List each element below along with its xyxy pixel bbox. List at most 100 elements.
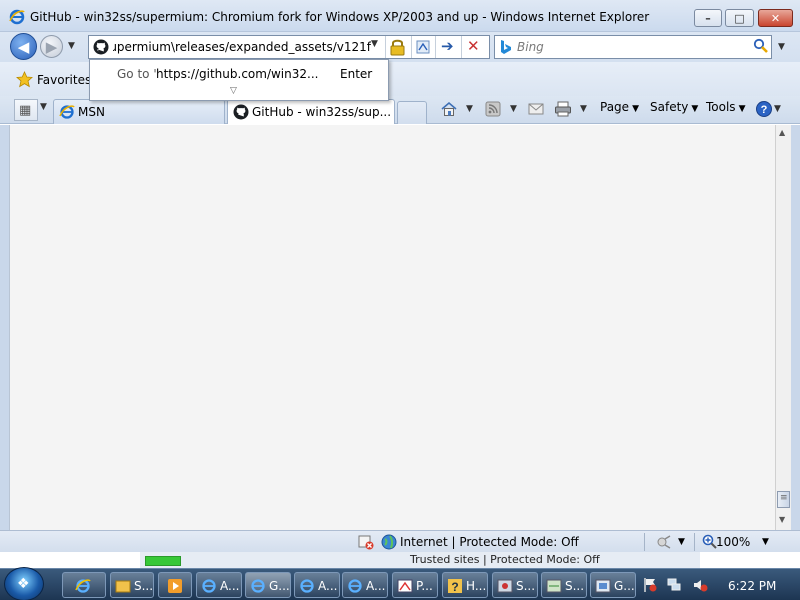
autocomplete-enter-hint: Enter <box>340 67 373 81</box>
network-icon[interactable] <box>666 577 682 593</box>
taskbar-pinned-media[interactable] <box>158 572 192 598</box>
taskbar-item-s1[interactable]: S... <box>492 572 538 598</box>
volume-muted-icon[interactable] <box>692 577 708 593</box>
page-menu-label: Page <box>600 100 630 114</box>
folder-icon <box>115 580 131 593</box>
taskbar-item-ie-c[interactable]: A... <box>342 572 388 598</box>
taskbar-item-s2[interactable]: S... <box>541 572 587 598</box>
home-icon[interactable] <box>440 100 458 118</box>
taskbar-label: A... <box>220 579 240 593</box>
stop-icon[interactable]: ✕ <box>467 37 480 55</box>
search-box[interactable]: Bing <box>494 35 772 59</box>
forward-button[interactable]: ▶ <box>40 35 63 58</box>
scrollbar-thumb[interactable]: ≡ <box>777 491 790 508</box>
page-menu[interactable]: Page ▼ <box>600 100 639 120</box>
taskbar-item-help[interactable]: ? H... <box>442 572 488 598</box>
github-icon <box>93 39 109 55</box>
help-icon[interactable]: ? <box>755 100 773 118</box>
title-bar: GitHub - win32ss/supermium: Chromium for… <box>0 0 800 32</box>
star-icon[interactable] <box>16 71 33 88</box>
help-dropdown[interactable]: ▼ <box>774 104 781 114</box>
manage-addons-icon[interactable] <box>656 534 672 550</box>
taskbar-label: P... <box>416 579 433 593</box>
tab-github[interactable]: GitHub - win32ss/sup... <box>227 99 395 124</box>
recent-pages-dropdown[interactable]: ▼ <box>68 41 75 51</box>
address-dropdown[interactable]: ▼ <box>371 39 378 49</box>
tab-label: MSN <box>78 105 105 119</box>
mail-icon[interactable] <box>527 100 545 118</box>
url-field[interactable]: 'ss/supermium\releases/expanded_assets/v… <box>113 40 371 54</box>
zoom-dropdown[interactable]: ▼ <box>762 537 769 547</box>
chevron-down-icon: ▼ <box>691 104 699 114</box>
help-icon: ? <box>448 579 462 594</box>
app-icon <box>497 579 513 593</box>
taskbar-item-ie-github[interactable]: G... <box>245 572 291 598</box>
home-dropdown[interactable]: ▼ <box>466 104 473 114</box>
safety-menu-label: Safety <box>650 100 689 114</box>
taskbar-item-ie-a[interactable]: A... <box>196 572 242 598</box>
go-arrow-icon[interactable]: ➔ <box>441 37 454 55</box>
taskbar-item-ie-b[interactable]: A... <box>294 572 340 598</box>
maximize-button[interactable]: □ <box>725 9 754 27</box>
autocomplete-url[interactable]: https://github.com/win32... <box>156 67 318 81</box>
taskbar-label: A... <box>366 579 386 593</box>
back-button[interactable]: ◀ <box>10 33 37 60</box>
feeds-dropdown[interactable]: ▼ <box>510 104 517 114</box>
taskbar-item-paint[interactable]: P... <box>392 572 438 598</box>
new-tab-button[interactable] <box>397 101 427 124</box>
minimize-button[interactable]: – <box>694 9 722 27</box>
internet-explorer-icon <box>300 579 314 593</box>
tools-menu[interactable]: Tools ▼ <box>706 100 745 120</box>
vertical-scrollbar[interactable]: ▲ ≡ ▼ <box>775 125 791 530</box>
divider <box>461 36 462 58</box>
tab-list-dropdown[interactable]: ▼ <box>40 102 47 112</box>
media-player-icon <box>168 579 182 593</box>
lock-icon[interactable] <box>389 38 406 56</box>
print-dropdown[interactable]: ▼ <box>580 104 587 114</box>
divider <box>385 36 386 58</box>
zoom-icon[interactable] <box>702 534 717 549</box>
divider <box>435 36 436 58</box>
navigation-bar: ◀ ▶ ▼ 'ss/supermium\releases/expanded_as… <box>0 32 800 62</box>
internet-explorer-icon <box>202 579 216 593</box>
action-center-flag-icon[interactable] <box>642 577 658 593</box>
divider <box>694 533 695 551</box>
scroll-down-arrow-icon[interactable]: ▼ <box>779 515 785 524</box>
tab-label: GitHub - win32ss/sup... <box>252 105 392 119</box>
search-options-dropdown[interactable]: ▼ <box>778 42 785 52</box>
favorites-button[interactable]: Favorites <box>37 73 91 87</box>
taskbar-item-g[interactable]: G... <box>590 572 636 598</box>
divider <box>411 36 412 58</box>
background-window: Trusted sites | Protected Mode: Off <box>140 552 700 568</box>
addons-dropdown[interactable]: ▼ <box>678 537 685 547</box>
quick-tabs-button[interactable]: ▦ <box>14 99 38 121</box>
close-button[interactable]: ✕ <box>758 9 793 27</box>
security-zone-label[interactable]: Internet | Protected Mode: Off <box>400 535 579 549</box>
compatibility-view-icon[interactable] <box>415 38 431 56</box>
safety-menu[interactable]: Safety ▼ <box>650 100 698 120</box>
taskbar-label: H... <box>466 579 487 593</box>
address-bar[interactable]: 'ss/supermium\releases/expanded_assets/v… <box>88 35 490 59</box>
blocked-content-icon[interactable] <box>358 534 374 550</box>
search-icon[interactable] <box>753 38 769 54</box>
chevron-down-icon[interactable]: ▽ <box>230 86 237 96</box>
progress-bar <box>145 556 181 566</box>
windows-logo-icon: ❖ <box>17 576 30 592</box>
tools-menu-label: Tools <box>706 100 736 114</box>
clock[interactable]: 6:22 PM <box>728 579 776 593</box>
page-content[interactable] <box>9 125 775 530</box>
print-icon[interactable] <box>554 100 572 118</box>
search-placeholder: Bing <box>517 40 544 54</box>
paint-icon <box>397 579 413 593</box>
rss-feed-icon[interactable] <box>484 100 502 118</box>
window-frame-right <box>791 125 800 530</box>
zoom-level[interactable]: 100% <box>716 535 750 549</box>
quick-tabs-icon: ▦ <box>19 103 32 118</box>
globe-icon <box>381 534 397 550</box>
taskbar-pinned-ie[interactable] <box>62 572 106 598</box>
start-button[interactable]: ❖ <box>4 567 44 600</box>
taskbar-item-explorer[interactable]: S... <box>110 572 154 598</box>
tab-msn[interactable]: MSN <box>53 99 225 124</box>
svg-text:?: ? <box>761 104 768 116</box>
scroll-up-arrow-icon[interactable]: ▲ <box>779 128 785 137</box>
